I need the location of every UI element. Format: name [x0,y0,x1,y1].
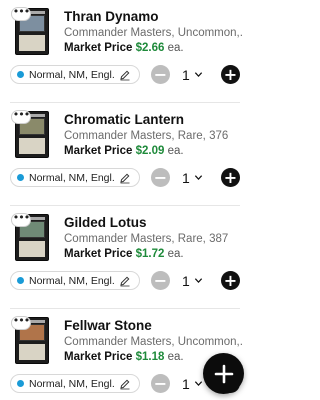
condition-dot-icon [17,174,24,181]
more-options-button[interactable]: ••• [11,5,31,21]
price-label: Market Price [64,351,133,363]
price-label: Market Price [64,248,133,260]
decrease-quantity-button[interactable]: − [151,65,170,84]
market-price: Market Price $1.18 ea. [64,351,184,363]
edit-icon [120,70,130,80]
condition-selector[interactable]: Normal, NM, Engl... [10,168,140,187]
plus-icon: + [223,64,238,84]
condition-selector[interactable]: Normal, NM, Engl... [10,271,140,290]
price-value: $1.18 [135,351,165,363]
ellipsis-icon: ••• [12,314,30,327]
edit-icon [120,276,130,286]
card-set-info: Commander Masters, Uncommon,... [64,336,244,348]
cart-list: ••• Thran Dynamo Commander Masters, Unco… [0,0,250,400]
condition-label: Normal, NM, Engl... [29,171,115,184]
minus-icon: − [153,373,168,393]
market-price: Market Price $2.09 ea. [64,145,184,157]
condition-selector[interactable]: Normal, NM, Engl... [10,374,140,393]
more-options-button[interactable]: ••• [11,108,31,124]
chevron-down-icon[interactable] [194,276,203,285]
card-name: Chromatic Lantern [64,112,185,127]
price-label: Market Price [64,145,133,157]
quantity-value[interactable]: 1 [182,374,190,393]
increase-quantity-button[interactable]: + [221,271,240,290]
card-name: Thran Dynamo [64,9,159,24]
card-set-info: Commander Masters, Rare, 387 [64,233,229,245]
ellipsis-icon: ••• [12,211,30,224]
price-unit: ea. [167,351,184,363]
chevron-down-icon[interactable] [194,70,203,79]
card-name: Fellwar Stone [64,318,152,333]
decrease-quantity-button[interactable]: − [151,374,170,393]
ellipsis-icon: ••• [12,108,30,121]
market-price: Market Price $1.72 ea. [64,248,184,260]
plus-icon: + [223,167,238,187]
price-unit: ea. [167,42,184,54]
condition-dot-icon [17,71,24,78]
condition-label: Normal, NM, Engl... [29,274,115,287]
more-options-button[interactable]: ••• [11,211,31,227]
list-item: ••• Thran Dynamo Commander Masters, Unco… [0,0,250,103]
ellipsis-icon: ••• [12,5,30,18]
market-price: Market Price $2.66 ea. [64,42,184,54]
price-value: $2.66 [135,42,165,54]
quantity-value[interactable]: 1 [182,65,190,84]
condition-dot-icon [17,277,24,284]
card-set-info: Commander Masters, Rare, 376 [64,130,229,142]
card-name: Gilded Lotus [64,215,147,230]
decrease-quantity-button[interactable]: − [151,168,170,187]
edit-icon [120,379,130,389]
price-value: $2.09 [135,145,165,157]
price-label: Market Price [64,42,133,54]
quantity-value[interactable]: 1 [182,271,190,290]
quantity-value[interactable]: 1 [182,168,190,187]
add-card-fab-button[interactable] [203,353,244,394]
edit-icon [120,173,130,183]
price-value: $1.72 [135,248,165,260]
condition-dot-icon [17,380,24,387]
card-set-info: Commander Masters, Uncommon,... [64,27,244,39]
list-item: ••• Chromatic Lantern Commander Masters,… [0,102,250,206]
increase-quantity-button[interactable]: + [221,168,240,187]
plus-icon: + [223,270,238,290]
condition-selector[interactable]: Normal, NM, Engl... [10,65,140,84]
minus-icon: − [153,167,168,187]
price-unit: ea. [167,145,184,157]
price-unit: ea. [167,248,184,260]
more-options-button[interactable]: ••• [11,314,31,330]
list-item: ••• Gilded Lotus Commander Masters, Rare… [0,205,250,309]
increase-quantity-button[interactable]: + [221,65,240,84]
chevron-down-icon[interactable] [194,379,203,388]
plus-icon [214,364,233,383]
decrease-quantity-button[interactable]: − [151,271,170,290]
condition-label: Normal, NM, Engl... [29,68,115,81]
minus-icon: − [153,270,168,290]
condition-label: Normal, NM, Engl... [29,377,115,390]
chevron-down-icon[interactable] [194,173,203,182]
minus-icon: − [153,64,168,84]
